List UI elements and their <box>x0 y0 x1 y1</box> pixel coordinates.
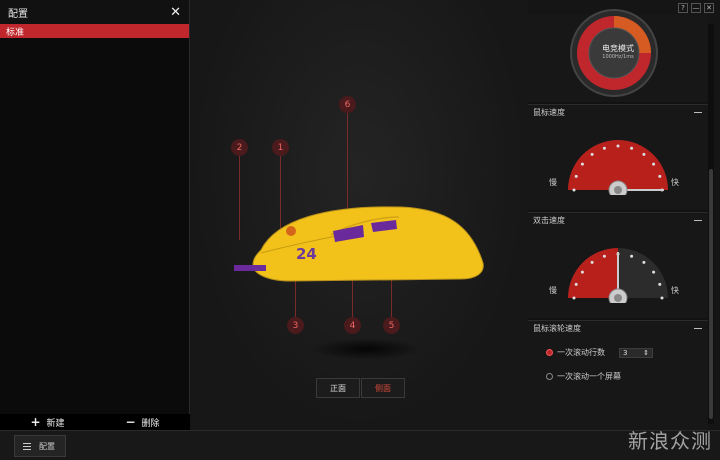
scroll-speed-header: 鼠标滚轮速度 <box>528 321 708 335</box>
new-profile-button[interactable]: + 新建 <box>0 414 95 430</box>
scroll-lines-option[interactable]: 一次滚动行数 3 ⇕ <box>546 347 653 358</box>
button-callout-4[interactable]: 4 <box>344 317 361 334</box>
help-button[interactable]: ? <box>678 3 688 13</box>
pointer-speed-section: 鼠标速度 慢 快 <box>528 104 708 210</box>
scroll-lines-label: 一次滚动行数 <box>557 348 605 357</box>
pointer-speed-header: 鼠标速度 <box>528 105 708 119</box>
new-profile-label: 新建 <box>46 418 65 429</box>
double-click-slow-label: 慢 <box>549 286 557 295</box>
double-click-gauge[interactable] <box>563 243 673 303</box>
gauge-tick <box>580 162 584 166</box>
profile-panel-header: 配置 ✕ <box>0 0 189 24</box>
gauge-tick <box>642 152 646 156</box>
collapse-icon[interactable] <box>694 111 702 113</box>
gauge-tick <box>580 270 584 274</box>
delete-profile-button[interactable]: − 删除 <box>95 414 190 430</box>
gauge-tick <box>572 188 576 192</box>
gauge-tick <box>616 144 620 148</box>
stepper-arrows-icon[interactable]: ⇕ <box>643 349 649 357</box>
profile-footer: + 新建 − 删除 <box>0 414 190 430</box>
pointer-speed-gauge[interactable] <box>563 135 673 195</box>
button-callout-3[interactable]: 3 <box>287 317 304 334</box>
mouse-view: 1 2 3 4 5 6 24 正面 侧面 <box>191 0 528 430</box>
radio-unselected-icon[interactable] <box>546 373 553 380</box>
scroll-speed-section: 鼠标滚轮速度 一次滚动行数 3 ⇕ 一次滚动一个屏幕 <box>528 320 708 430</box>
scroll-lines-stepper[interactable]: 3 ⇕ <box>619 347 653 358</box>
callout-line-6 <box>347 113 348 208</box>
close-window-button[interactable]: ✕ <box>704 3 714 13</box>
close-icon[interactable]: ✕ <box>170 6 181 19</box>
profile-item-standard[interactable]: 标准 <box>0 24 189 38</box>
double-click-section: 双击速度 慢 快 <box>528 212 708 318</box>
front-view-button[interactable]: 正面 <box>316 378 360 398</box>
delete-profile-label: 删除 <box>141 418 160 429</box>
pointer-speed-slow-label: 慢 <box>549 178 557 187</box>
list-icon <box>23 442 31 450</box>
gauge-tick <box>590 260 594 264</box>
double-click-title: 双击速度 <box>533 215 565 225</box>
mouse-number: 24 <box>296 245 317 263</box>
gauge-tick <box>630 146 634 150</box>
config-button-label: 配置 <box>39 441 55 451</box>
profile-panel: 配置 ✕ 标准 + 新建 − 删除 <box>0 0 190 430</box>
gauge-hub-center <box>614 186 622 194</box>
settings-panel: 电竞模式 1000Hz/1ms 鼠标速度 慢 快 双击速度 慢 快 鼠标滚轮速度… <box>528 9 708 430</box>
double-click-fast-label: 快 <box>671 286 679 295</box>
minus-icon: − <box>125 415 136 429</box>
button-callout-6[interactable]: 6 <box>339 96 356 113</box>
scroll-screen-label: 一次滚动一个屏幕 <box>557 372 621 381</box>
gauge-tick <box>602 146 606 150</box>
collapse-icon[interactable] <box>694 327 702 329</box>
gauge-tick <box>658 282 662 286</box>
button-callout-5[interactable]: 5 <box>383 317 400 334</box>
mouse-shadow <box>311 338 421 360</box>
gauge-tick <box>642 260 646 264</box>
gauge-tick <box>630 254 634 258</box>
bottom-bar: 配置 <box>0 430 720 460</box>
double-click-header: 双击速度 <box>528 213 708 227</box>
gauge-tick <box>660 296 664 300</box>
mouse-image <box>234 206 484 282</box>
gauge-tick <box>652 270 656 274</box>
profile-panel-title: 配置 <box>8 8 28 20</box>
pointer-speed-fast-label: 快 <box>671 178 679 187</box>
settings-scrollbar[interactable] <box>708 24 714 424</box>
gauge-fill <box>568 248 618 298</box>
collapse-icon[interactable] <box>694 219 702 221</box>
gauge-tick <box>602 254 606 258</box>
plus-icon: + <box>30 415 41 429</box>
gauge-tick <box>590 152 594 156</box>
config-button[interactable]: 配置 <box>14 435 66 457</box>
gauge-tick <box>574 174 578 178</box>
watermark-logo: 新浪众测 <box>628 429 712 453</box>
mode-section: 电竞模式 1000Hz/1ms <box>528 9 708 102</box>
button-callout-1[interactable]: 1 <box>272 139 289 156</box>
side-view-button[interactable]: 侧面 <box>361 378 405 398</box>
gauge-hub-center <box>614 294 622 302</box>
gauge-tick <box>572 296 576 300</box>
button-callout-2[interactable]: 2 <box>231 139 248 156</box>
gauge-tick <box>658 174 662 178</box>
scroll-lines-value: 3 <box>623 348 628 357</box>
scroll-screen-option[interactable]: 一次滚动一个屏幕 <box>546 371 621 382</box>
minimize-button[interactable]: — <box>691 3 701 13</box>
scrollbar-thumb[interactable] <box>709 169 713 419</box>
gauge-tick <box>652 162 656 166</box>
window-controls: ? — ✕ <box>678 3 714 13</box>
mode-sub: 1000Hz/1ms <box>602 54 634 60</box>
gauge-tick <box>574 282 578 286</box>
mode-label: 电竞模式 <box>602 44 634 53</box>
scroll-speed-title: 鼠标滚轮速度 <box>533 323 581 333</box>
pointer-speed-title: 鼠标速度 <box>533 107 565 117</box>
radio-selected-icon[interactable] <box>546 349 553 356</box>
